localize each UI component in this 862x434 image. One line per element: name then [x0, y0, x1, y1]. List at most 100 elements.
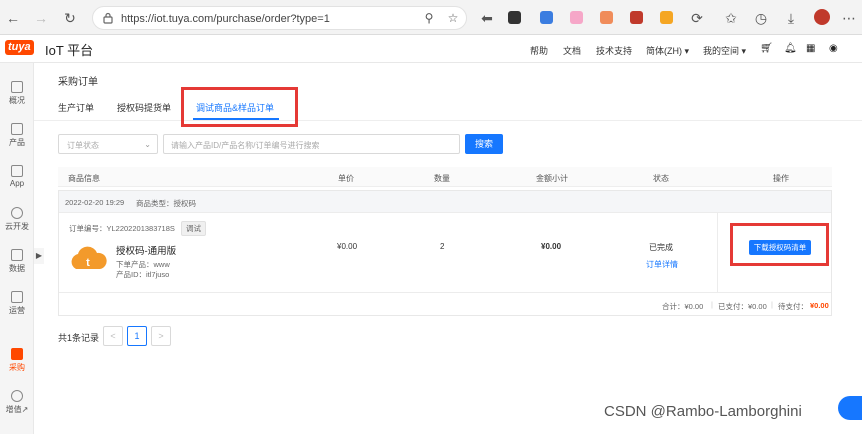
- sidebar-item-data[interactable]: 数据: [0, 249, 34, 274]
- nav-help[interactable]: 帮助: [530, 44, 548, 57]
- sidebar-item-label: 采购: [9, 363, 25, 372]
- footer-total: 合计：¥0.00: [662, 302, 704, 311]
- back-icon[interactable]: ←: [4, 9, 22, 27]
- tab-license-pickup[interactable]: 授权码提货单: [117, 101, 171, 114]
- app-header: tuya IoT 平台 帮助 文档 技术支持 简体(ZH) ▾ 我的空间 ▾ 🛒…: [0, 35, 862, 63]
- sidebar-item-label: 数据: [9, 264, 25, 273]
- footer-due-label: 待支付：: [778, 302, 808, 311]
- user-icon[interactable]: ◉: [829, 43, 838, 54]
- sidebar-item-operations[interactable]: 运营: [0, 291, 34, 316]
- order-header: 2022-02-20 19:29 商品类型：授权码: [59, 191, 831, 213]
- extension-icon[interactable]: [508, 11, 521, 24]
- order-detail-link[interactable]: 订单详情: [646, 259, 678, 270]
- sidebar: 概况 产品 App 云开发 数据 运营 采购 增值↗: [0, 63, 34, 434]
- tuya-logo[interactable]: tuya: [5, 40, 34, 55]
- extension-icon[interactable]: [630, 11, 643, 24]
- column-header: 金额小计: [536, 174, 568, 183]
- unit-price: ¥0.00: [337, 242, 358, 251]
- more-icon[interactable]: ⋯: [840, 9, 858, 27]
- extension-icon[interactable]: [540, 11, 553, 24]
- order-status: 已完成: [649, 243, 673, 252]
- divider: [717, 213, 718, 292]
- svg-text:t: t: [86, 257, 90, 269]
- sidebar-item-value-added[interactable]: 增值↗: [0, 390, 34, 415]
- column-header: 单价: [338, 174, 354, 183]
- nav-language[interactable]: 简体(ZH) ▾: [646, 44, 689, 57]
- order-footer: 合计：¥0.00 | 已支付：¥0.00 | 待支付： ¥0.00: [59, 292, 831, 316]
- sidebar-item-label: 云开发: [5, 222, 29, 231]
- chat-icon[interactable]: [838, 396, 862, 420]
- sidebar-item-purchase[interactable]: 采购: [0, 348, 34, 373]
- home-icon: [11, 81, 23, 93]
- zoom-icon[interactable]: ⚲: [420, 9, 438, 27]
- order-status-placeholder: 订单状态: [67, 141, 99, 150]
- search-button[interactable]: 搜索: [465, 134, 503, 154]
- order-status-select[interactable]: 订单状态 ⌄: [58, 134, 158, 154]
- sidebar-item-cloud[interactable]: 云开发: [0, 207, 34, 232]
- chart-icon: [11, 249, 23, 261]
- profile-avatar[interactable]: [814, 9, 830, 25]
- sidebar-item-label: 增值↗: [5, 405, 29, 414]
- product-name: 授权码-通用版: [116, 246, 177, 257]
- total-records: 共1条记录: [58, 333, 100, 343]
- favorites-bar-icon[interactable]: ✩: [722, 9, 740, 27]
- sidebar-item-app[interactable]: App: [0, 165, 34, 188]
- highlight-box-download: [730, 223, 829, 266]
- extension-icon[interactable]: [570, 11, 583, 24]
- tab-divider: [34, 120, 862, 121]
- prev-page-button[interactable]: <: [103, 326, 123, 346]
- extension-icon[interactable]: [660, 11, 673, 24]
- platform-title: IoT 平台: [45, 43, 94, 58]
- page-number[interactable]: 1: [127, 326, 147, 346]
- reload-icon[interactable]: ↻: [61, 9, 79, 27]
- product-image: t: [69, 243, 107, 278]
- cart-icon[interactable]: 🛒︎: [760, 43, 773, 54]
- order-date: 2022-02-20 19:29: [65, 198, 125, 207]
- history-icon[interactable]: ◷: [752, 9, 770, 27]
- order-card: 2022-02-20 19:29 商品类型：授权码 订单编号：YL2202201…: [58, 190, 832, 316]
- footer-due-value: ¥0.00: [810, 301, 829, 310]
- highlight-box-tab: [181, 87, 298, 127]
- divider: |: [711, 300, 713, 309]
- url-text: https://iot.tuya.com/purchase/order?type…: [121, 13, 330, 25]
- apps-grid-icon[interactable]: ▦: [806, 43, 815, 54]
- bell-icon[interactable]: 🔔︎: [784, 43, 797, 54]
- sidebar-item-product[interactable]: 产品: [0, 123, 34, 148]
- address-bar[interactable]: https://iot.tuya.com/purchase/order?type…: [92, 6, 467, 30]
- operations-icon: [11, 291, 23, 303]
- sidebar-item-label: 产品: [9, 138, 25, 147]
- phone-icon: [11, 165, 23, 177]
- product-icon: [11, 123, 23, 135]
- lock-icon: [103, 12, 113, 24]
- nav-my-space[interactable]: 我的空间 ▾: [703, 44, 746, 57]
- table-header: 商品信息 单价 数量 金额小计 状态 操作: [58, 167, 832, 187]
- watermark: CSDN @Rambo-Lamborghini: [604, 403, 802, 420]
- column-header: 状态: [653, 174, 669, 183]
- chevron-down-icon: ⌄: [144, 140, 151, 149]
- search-input[interactable]: 请输入产品ID/产品名称/订单编号进行搜索: [163, 134, 460, 154]
- extension-icon[interactable]: [600, 11, 613, 24]
- column-header: 操作: [773, 174, 789, 183]
- nav-tech-support[interactable]: 技术支持: [596, 44, 632, 57]
- extension-arrow-icon[interactable]: ⬅: [478, 9, 496, 27]
- page-title: 采购订单: [58, 77, 98, 88]
- diamond-icon: [11, 390, 23, 402]
- forward-icon[interactable]: →: [32, 9, 50, 27]
- product-type: 商品类型：授权码: [136, 199, 196, 208]
- next-page-button[interactable]: >: [151, 326, 171, 346]
- sidebar-collapse-handle[interactable]: ▶: [34, 248, 44, 264]
- tab-production-orders[interactable]: 生产订单: [58, 101, 94, 114]
- debug-tag: 调试: [181, 221, 206, 236]
- download-icon[interactable]: ⤓: [782, 9, 800, 27]
- product-id: 产品ID：itl7juso: [116, 270, 170, 279]
- sidebar-item-overview[interactable]: 概况: [0, 81, 34, 106]
- nav-docs[interactable]: 文档: [563, 44, 581, 57]
- cloud-icon: [11, 207, 23, 219]
- browser-toolbar: ← → ↻ https://iot.tuya.com/purchase/orde…: [0, 0, 862, 35]
- footer-paid: 已支付：¥0.00: [718, 302, 767, 311]
- favorite-icon[interactable]: ☆: [444, 9, 462, 27]
- extension-icon[interactable]: ⟳: [688, 9, 706, 27]
- quantity: 2: [440, 242, 445, 251]
- order-number: 订单编号：YL2202201383718S: [69, 224, 175, 233]
- purchase-icon: [11, 348, 23, 360]
